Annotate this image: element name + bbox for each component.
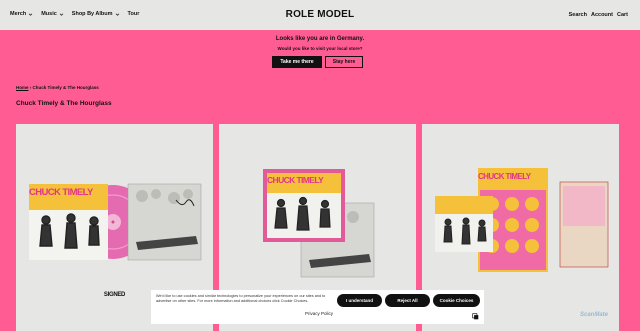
- stay-here-button[interactable]: Stay here: [325, 56, 363, 68]
- cover-title: CHUCK TIMELY: [29, 187, 93, 198]
- utility-nav: Search Account Cart: [569, 12, 628, 18]
- take-me-there-button[interactable]: Take me there: [272, 56, 322, 68]
- cover-title: CHUCK TIMELY: [478, 172, 531, 181]
- account-link[interactable]: Account: [591, 12, 613, 18]
- geo-banner-subtitle: Would you like to visit your local store…: [277, 46, 363, 51]
- geo-redirect-banner: Looks like you are in Germany. Would you…: [0, 30, 640, 74]
- geo-banner-title: Looks like you are in Germany.: [275, 36, 365, 42]
- page-title: Chuck Timely & The Hourglass: [16, 100, 112, 107]
- watermark: ScanMate: [580, 312, 609, 318]
- cart-link[interactable]: Cart: [617, 12, 628, 18]
- site-header: Merch Music Shop By Album Tour ROLE MODE…: [0, 0, 640, 30]
- cookie-text: We'd like to use cookies and similar tec…: [156, 294, 326, 303]
- cookie-choices-button[interactable]: Cookie Choices: [433, 294, 480, 307]
- reject-all-button[interactable]: Reject All: [385, 294, 430, 307]
- search-link[interactable]: Search: [569, 12, 587, 18]
- breadcrumb: Home › Chuck Timely & The Hourglass: [16, 85, 99, 90]
- site-logo[interactable]: ROLE MODEL: [0, 9, 640, 20]
- cookie-consent-banner: We'd like to use cookies and similar tec…: [151, 290, 484, 324]
- breadcrumb-current: Chuck Timely & The Hourglass: [32, 85, 99, 90]
- cover-title: CHUCK TIMELY: [267, 175, 324, 185]
- cookie-settings-icon[interactable]: [472, 313, 479, 320]
- breadcrumb-home[interactable]: Home: [16, 85, 29, 90]
- breadcrumb-separator: ›: [29, 85, 32, 90]
- i-understand-button[interactable]: I understand: [337, 294, 382, 307]
- privacy-policy-link[interactable]: Privacy Policy: [305, 311, 333, 316]
